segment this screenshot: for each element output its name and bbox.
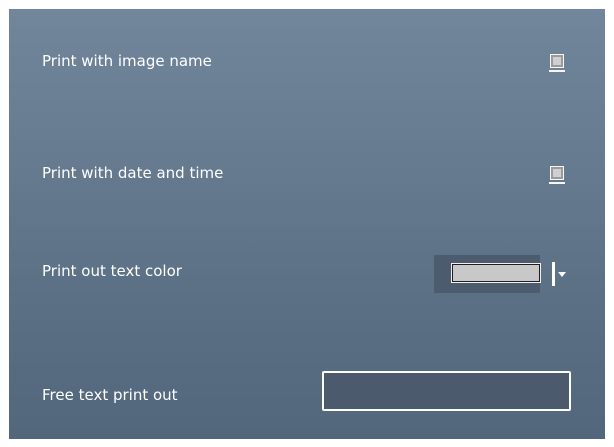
print-date-time-checkbox[interactable] xyxy=(550,166,564,180)
free-text-label: Free text print out xyxy=(42,386,178,404)
print-date-time-label: Print with date and time xyxy=(42,164,224,182)
free-text-input[interactable] xyxy=(322,371,571,411)
picker-divider xyxy=(552,262,555,286)
print-image-name-checkbox[interactable] xyxy=(550,54,564,68)
text-color-picker[interactable] xyxy=(434,255,566,293)
chevron-down-icon[interactable] xyxy=(558,272,566,277)
text-color-label: Print out text color xyxy=(42,262,182,280)
color-swatch xyxy=(451,263,541,283)
print-settings-panel: Print with image name Print with date an… xyxy=(9,9,605,439)
print-image-name-label: Print with image name xyxy=(42,52,212,70)
checkbox-underline-icon xyxy=(549,70,565,72)
checkbox-underline-icon xyxy=(549,182,565,184)
